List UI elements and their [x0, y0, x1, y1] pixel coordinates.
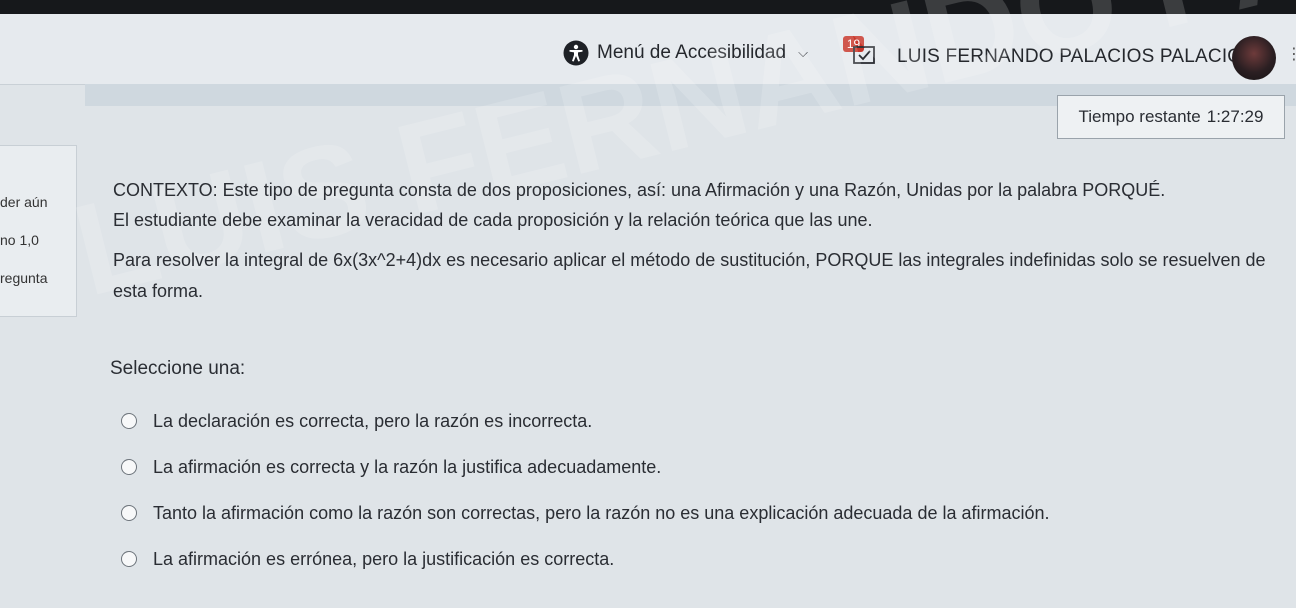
- user-name[interactable]: LUIS FERNANDO PALACIOS PALACIOS: [897, 46, 1255, 68]
- question-score: no 1,0: [0, 232, 39, 248]
- top-navbar: Menú de Accesibilidad ⌵ 19 LUIS FERNANDO…: [0, 14, 1296, 85]
- time-remaining: Tiempo restante 1:27:29: [1057, 95, 1285, 139]
- notifications-button[interactable]: 19: [843, 36, 877, 66]
- question-status: der aún: [0, 194, 48, 210]
- radio-button[interactable]: [121, 459, 137, 475]
- flag-question[interactable]: regunta: [0, 270, 47, 286]
- option-text: La declaración es correcta, pero la razó…: [153, 410, 593, 431]
- radio-button[interactable]: [121, 551, 137, 567]
- option-text: Tanto la afirmación como la razón son co…: [153, 502, 1050, 523]
- context-line: El estudiante debe examinar la veracidad…: [113, 210, 873, 230]
- accessibility-menu[interactable]: Menú de Accesibilidad ⌵: [563, 40, 808, 66]
- answer-option-1[interactable]: La declaración es correcta, pero la razó…: [121, 398, 1050, 444]
- accessibility-icon: [563, 40, 589, 66]
- question-info-panel: der aún no 1,0 regunta: [0, 145, 77, 317]
- radio-button[interactable]: [121, 505, 137, 521]
- accessibility-menu-label: Menú de Accesibilidad: [597, 42, 787, 63]
- chevron-down-icon: ⌵: [798, 45, 808, 60]
- timer-value: 1:27:29: [1206, 107, 1264, 126]
- option-text: La afirmación es errónea, pero la justif…: [153, 548, 615, 569]
- timer-label: Tiempo restante: [1078, 107, 1201, 126]
- answer-options: La declaración es correcta, pero la razó…: [121, 398, 1050, 582]
- message-check-icon: [853, 46, 875, 64]
- more-icon[interactable]: ⋮: [1286, 44, 1296, 64]
- answer-option-3[interactable]: Tanto la afirmación como la razón son co…: [121, 490, 1050, 536]
- avatar[interactable]: [1232, 36, 1276, 80]
- question-statement: Para resolver la integral de: [113, 250, 334, 270]
- context-line: CONTEXTO: Este tipo de pregunta consta d…: [113, 180, 1166, 200]
- answer-option-4[interactable]: La afirmación es errónea, pero la justif…: [121, 536, 1050, 582]
- answer-option-2[interactable]: La afirmación es correcta y la razón la …: [121, 444, 1050, 490]
- select-one-label: Seleccione una:: [110, 358, 246, 379]
- radio-button[interactable]: [121, 413, 137, 429]
- question-context: CONTEXTO: Este tipo de pregunta consta d…: [113, 175, 1273, 235]
- screen-bezel: [0, 0, 1296, 14]
- option-text: La afirmación es correcta y la razón la …: [153, 456, 662, 477]
- integral-expression: 6x(3x^2+4)dx: [333, 250, 442, 270]
- question-text: Para resolver la integral de 6x(3x^2+4)d…: [113, 245, 1273, 307]
